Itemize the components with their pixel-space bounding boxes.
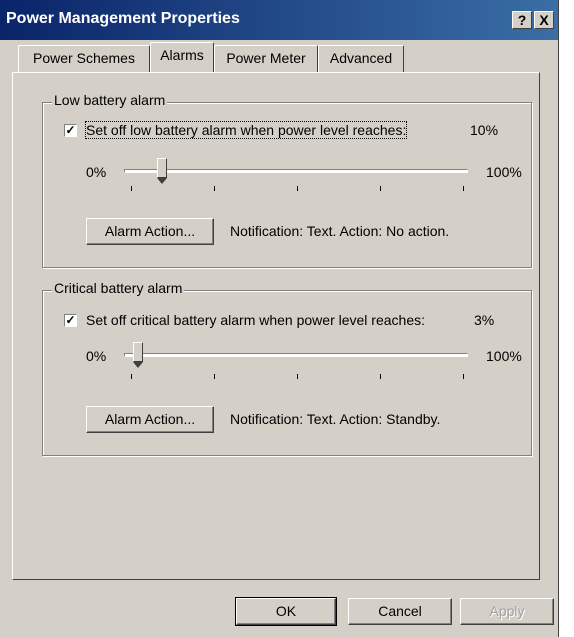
critical-battery-legend: Critical battery alarm (52, 280, 185, 296)
check-mark-icon: ✓ (65, 313, 76, 327)
apply-button[interactable]: Apply (460, 598, 554, 625)
low-battery-value: 10% (470, 122, 499, 138)
slider-tick (380, 374, 381, 379)
critical-battery-min-label: 0% (86, 348, 107, 364)
slider-tick (380, 186, 381, 191)
low-battery-alarm-action-button[interactable]: Alarm Action... (86, 218, 214, 245)
tab-advanced[interactable]: Advanced (318, 45, 404, 72)
critical-battery-checkbox-label[interactable]: Set off critical battery alarm when powe… (86, 312, 425, 328)
power-management-dialog: Power Management Properties ? X Power Sc… (0, 0, 559, 637)
help-button[interactable]: ? (512, 11, 532, 29)
low-battery-max-label: 100% (486, 164, 522, 180)
low-battery-legend: Low battery alarm (52, 92, 168, 108)
critical-battery-max-label: 100% (486, 348, 522, 364)
low-battery-checkbox-label[interactable]: Set off low battery alarm when power lev… (84, 121, 408, 139)
critical-battery-value: 3% (474, 312, 495, 328)
cancel-button[interactable]: Cancel (348, 598, 452, 625)
slider-tick (131, 374, 132, 379)
tab-power-schemes[interactable]: Power Schemes (18, 45, 150, 72)
critical-battery-slider-track[interactable] (124, 353, 468, 357)
critical-battery-notification: Notification: Text. Action: Standby. (230, 411, 441, 427)
tab-alarms[interactable]: Alarms (150, 42, 214, 72)
check-mark-icon: ✓ (65, 123, 76, 137)
low-battery-slider-thumb[interactable] (156, 158, 167, 184)
title-bar[interactable]: Power Management Properties ? X (0, 0, 558, 40)
slider-tick (214, 186, 215, 191)
slider-tick (463, 186, 464, 191)
low-battery-checkbox[interactable]: ✓ (64, 124, 77, 137)
critical-battery-checkbox[interactable]: ✓ (64, 314, 77, 327)
low-battery-notification: Notification: Text. Action: No action. (230, 223, 450, 239)
slider-tick (463, 374, 464, 379)
ok-button[interactable]: OK (235, 597, 337, 626)
slider-tick (214, 374, 215, 379)
window-title: Power Management Properties (6, 10, 240, 27)
slider-tick (297, 374, 298, 379)
slider-tick (297, 186, 298, 191)
close-button[interactable]: X (534, 11, 554, 29)
low-battery-min-label: 0% (86, 164, 107, 180)
low-battery-slider-track[interactable] (124, 169, 468, 173)
tab-power-meter[interactable]: Power Meter (214, 45, 318, 72)
critical-battery-alarm-action-button[interactable]: Alarm Action... (86, 406, 214, 433)
slider-tick (131, 186, 132, 191)
critical-battery-slider-thumb[interactable] (133, 342, 144, 368)
